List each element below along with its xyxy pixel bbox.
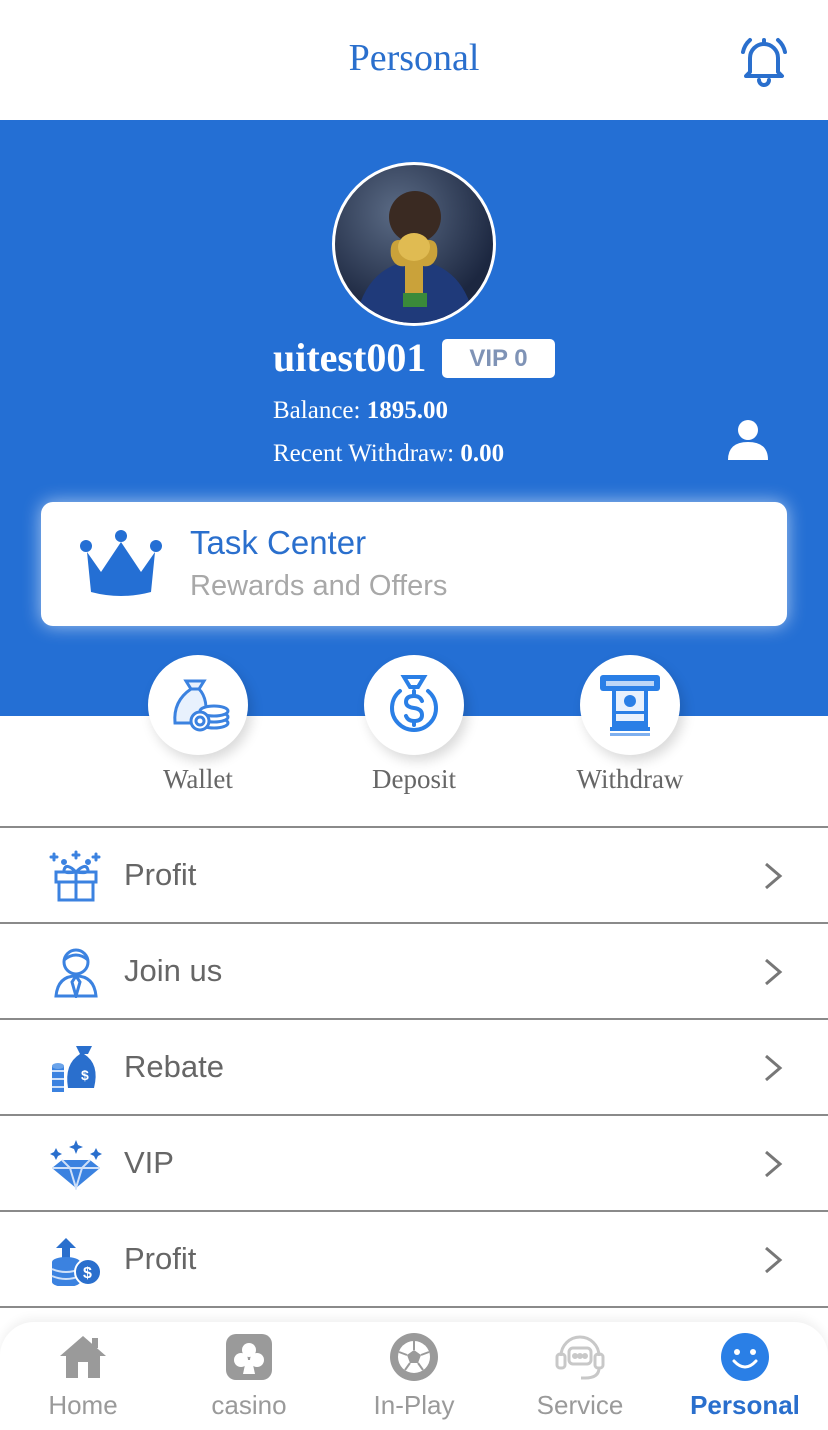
menu-item-label: Profit (124, 1241, 197, 1276)
svg-text:$: $ (83, 1265, 92, 1282)
page-title: Personal (348, 37, 480, 79)
top-bar: Personal (0, 0, 828, 120)
money-bag-coins-icon (173, 679, 230, 732)
task-center-card[interactable]: Task Center Rewards and Offers (41, 502, 787, 626)
soccer-ball-icon (390, 1333, 438, 1381)
tab-label: Service (536, 1390, 624, 1420)
bottom-tab-bar: Home casino In-Play Service Personal (0, 1322, 828, 1430)
user-icon[interactable] (726, 418, 770, 460)
tab-label: Personal (690, 1390, 800, 1420)
crown-icon (80, 530, 162, 596)
menu-item-profit-2[interactable]: $ Profit (0, 1210, 828, 1306)
avatar[interactable] (332, 162, 496, 326)
svg-text:$: $ (81, 1067, 89, 1083)
menu-item-label: Join us (124, 953, 223, 988)
bell-icon[interactable] (736, 32, 792, 88)
task-center-title: Task Center (190, 524, 367, 561)
menu-item-label: Profit (124, 857, 197, 892)
dollar-bag-icon (390, 675, 438, 732)
menu-list: Profit Join us $ Rebate VIP $ Profit (0, 826, 828, 1308)
chevron-right-icon (765, 958, 783, 986)
menu-item-profit[interactable]: Profit (0, 826, 828, 922)
money-bag-stack-icon: $ (52, 1046, 96, 1092)
tab-label: In-Play (373, 1390, 455, 1420)
gift-icon (49, 850, 101, 902)
task-center-subtitle: Rewards and Offers (190, 570, 448, 602)
withdraw-label: Withdraw (576, 764, 684, 794)
chevron-right-icon (765, 862, 783, 890)
wallet-button[interactable] (148, 655, 248, 755)
tab-casino[interactable]: casino (166, 1322, 332, 1430)
tab-service[interactable]: Service (497, 1322, 663, 1430)
deposit-label: Deposit (372, 764, 456, 794)
tab-in-play[interactable]: In-Play (331, 1322, 497, 1430)
tab-home[interactable]: Home (0, 1322, 166, 1430)
menu-item-label: Rebate (124, 1049, 224, 1084)
recent-withdraw-label: Recent Withdraw: (273, 440, 455, 467)
cards-icon (226, 1334, 272, 1380)
diamond-icon (50, 1140, 102, 1190)
menu-item-rebate[interactable]: $ Rebate (0, 1018, 828, 1114)
balance-value: 1895.00 (366, 397, 448, 424)
menu-divider (0, 1306, 828, 1308)
tab-label: casino (211, 1390, 287, 1420)
recent-withdraw-value: 0.00 (460, 440, 505, 467)
smiley-icon (721, 1333, 769, 1381)
chevron-right-icon (765, 1150, 783, 1178)
balance-label: Balance: (273, 397, 361, 424)
menu-item-vip[interactable]: VIP (0, 1114, 828, 1210)
atm-cash-icon (600, 675, 660, 736)
chevron-right-icon (765, 1246, 783, 1274)
menu-item-label: VIP (124, 1145, 174, 1180)
username: uitest001 (273, 335, 427, 380)
coins-up-icon: $ (51, 1238, 102, 1286)
tab-personal[interactable]: Personal (662, 1322, 828, 1430)
tab-label: Home (48, 1390, 118, 1420)
headset-chat-icon (555, 1335, 605, 1380)
avatar-image (355, 191, 475, 323)
deposit-button[interactable] (364, 655, 464, 755)
recent-withdraw-line: Recent Withdraw: 0.00 (273, 440, 504, 468)
agent-icon (54, 948, 98, 998)
wallet-label: Wallet (163, 764, 233, 794)
chevron-right-icon (765, 1054, 783, 1082)
home-icon (60, 1336, 106, 1378)
balance-line: Balance: 1895.00 (273, 397, 448, 425)
menu-item-join-us[interactable]: Join us (0, 922, 828, 1018)
vip-badge: VIP 0 (442, 339, 555, 378)
withdraw-button[interactable] (580, 655, 680, 755)
